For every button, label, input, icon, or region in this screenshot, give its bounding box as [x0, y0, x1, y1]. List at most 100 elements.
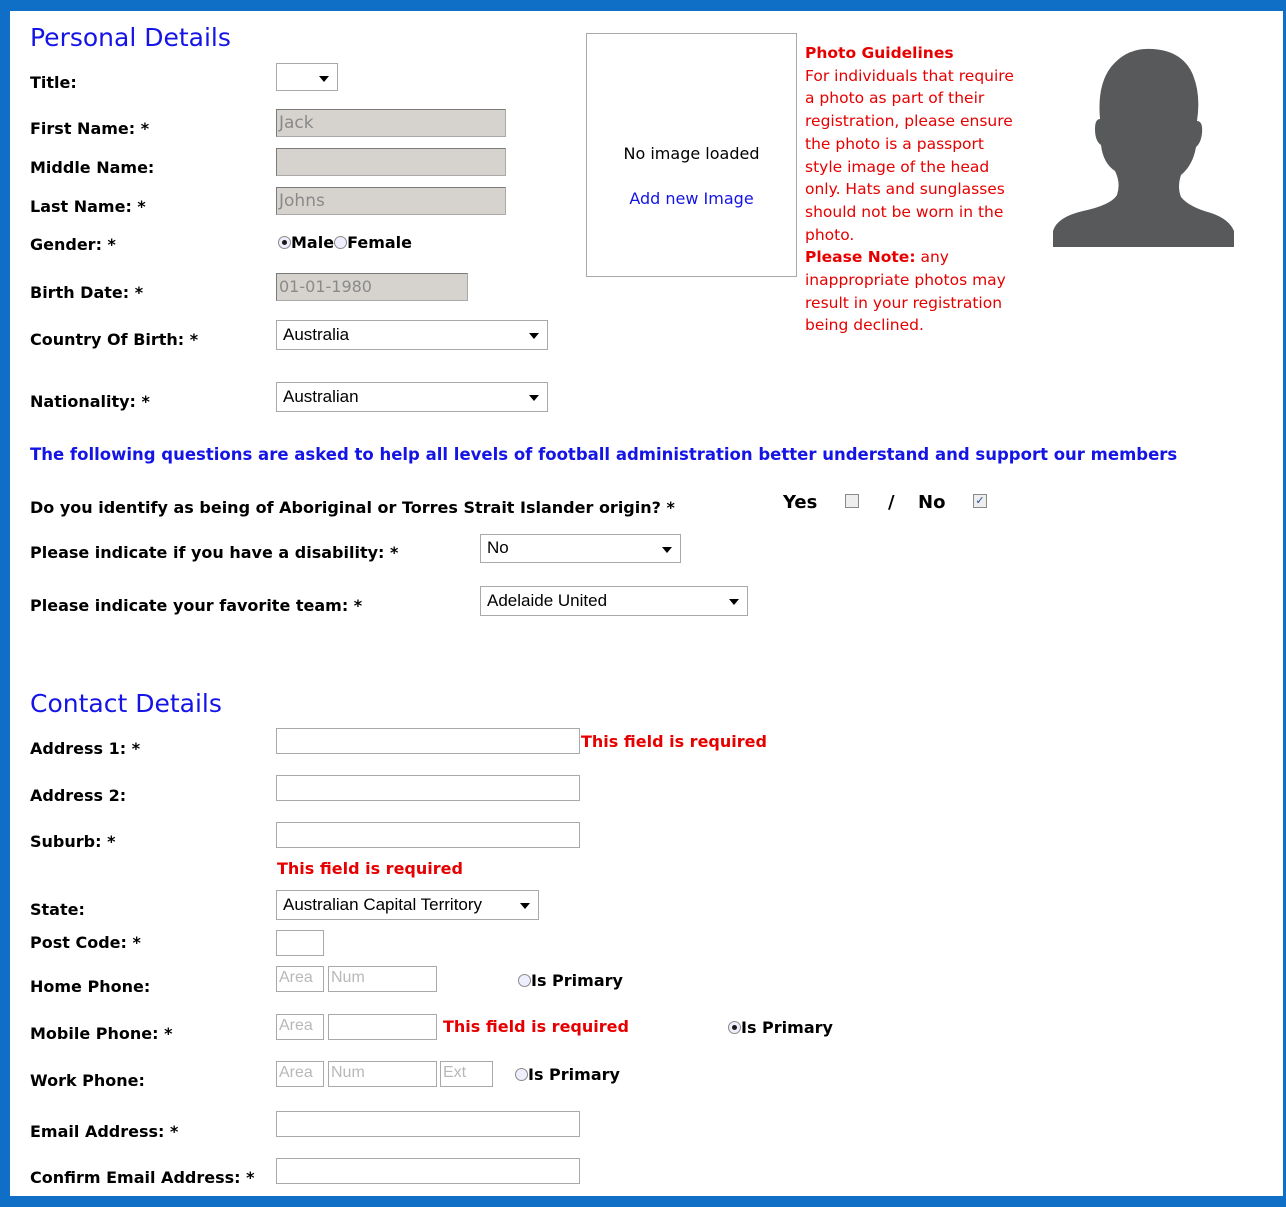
- slash-separator: /: [888, 492, 895, 513]
- team-label: Please indicate your favorite team: *: [30, 596, 363, 615]
- gender-male-label: Male: [291, 233, 335, 252]
- chevron-down-icon: [662, 547, 672, 553]
- confirm-email-input[interactable]: [276, 1158, 580, 1184]
- mobile-num-input[interactable]: [328, 1014, 437, 1040]
- address1-error: This field is required: [581, 732, 767, 751]
- email-label: Email Address: *: [30, 1122, 179, 1141]
- state-value: Australian Capital Territory: [283, 895, 483, 914]
- work-num-input[interactable]: Num: [328, 1061, 437, 1087]
- work-primary-radio[interactable]: [515, 1068, 528, 1081]
- nationality-label: Nationality: *: [30, 392, 150, 411]
- chevron-down-icon: [729, 599, 739, 605]
- address1-label: Address 1: *: [30, 739, 141, 758]
- photo-box: No image loaded Add new Image: [586, 33, 797, 277]
- work-area-input[interactable]: Area: [276, 1061, 324, 1087]
- gender-male-radio[interactable]: [278, 236, 291, 249]
- disability-value: No: [487, 538, 509, 557]
- mobile-error: This field is required: [443, 1017, 629, 1036]
- chevron-down-icon: [319, 76, 329, 82]
- gender-group: Male Female: [278, 233, 412, 252]
- title-label: Title:: [30, 73, 77, 92]
- first-name-label: First Name: *: [30, 119, 150, 138]
- guidelines-line: style image of the head: [805, 157, 990, 176]
- country-select[interactable]: Australia: [276, 320, 548, 350]
- address2-label: Address 2:: [30, 786, 127, 805]
- guidelines-line: photo.: [805, 225, 855, 244]
- form-panel: Personal Details Title: First Name: * Ja…: [10, 11, 1283, 1196]
- home-area-input[interactable]: Area: [276, 966, 324, 992]
- middle-name-field[interactable]: [276, 148, 506, 176]
- aboriginal-no-label: No: [918, 492, 946, 513]
- personal-details-heading: Personal Details: [30, 23, 231, 52]
- home-phone-label: Home Phone:: [30, 977, 151, 996]
- country-label: Country Of Birth: *: [30, 330, 199, 349]
- person-silhouette-icon: [1053, 48, 1234, 247]
- checkmark-icon: ✓: [975, 494, 985, 507]
- gender-female-radio[interactable]: [334, 236, 348, 249]
- gender-label: Gender: *: [30, 235, 116, 254]
- mobile-phone-label: Mobile Phone: *: [30, 1024, 173, 1043]
- note-line: result in your registration: [805, 293, 1003, 312]
- last-name-field[interactable]: Johns: [276, 187, 506, 215]
- guidelines-line: a photo as part of their: [805, 89, 985, 108]
- team-value: Adelaide United: [487, 591, 608, 610]
- middle-name-label: Middle Name:: [30, 158, 155, 177]
- mobile-primary-radio[interactable]: [728, 1021, 741, 1034]
- mobile-primary-option[interactable]: Is Primary: [728, 1018, 833, 1037]
- guidelines-title: Photo Guidelines: [805, 44, 954, 62]
- last-name-label: Last Name: *: [30, 197, 146, 216]
- suburb-input[interactable]: [276, 822, 580, 848]
- home-primary-label: Is Primary: [531, 971, 623, 990]
- work-primary-label: Is Primary: [528, 1065, 620, 1084]
- birth-date-label: Birth Date: *: [30, 283, 144, 302]
- email-input[interactable]: [276, 1111, 580, 1137]
- home-primary-option[interactable]: Is Primary: [518, 971, 623, 990]
- note-bold: Please Note:: [805, 248, 916, 267]
- work-phone-label: Work Phone:: [30, 1071, 145, 1090]
- guidelines-line: For individuals that require: [805, 66, 1014, 85]
- note-line: inappropriate photos may: [805, 271, 1006, 290]
- disability-label: Please indicate if you have a disability…: [30, 543, 399, 562]
- home-num-input[interactable]: Num: [328, 966, 437, 992]
- suburb-label: Suburb: *: [30, 832, 116, 851]
- work-ext-input[interactable]: Ext: [440, 1061, 493, 1087]
- guidelines-line: registration, please ensure: [805, 112, 1013, 131]
- no-image-text: No image loaded: [623, 144, 760, 163]
- mobile-primary-label: Is Primary: [741, 1018, 833, 1037]
- guidelines-line: the photo is a passport: [805, 134, 984, 153]
- add-image-link[interactable]: Add new Image: [587, 189, 796, 208]
- questions-intro: The following questions are asked to hel…: [30, 445, 1178, 464]
- chevron-down-icon: [529, 395, 539, 401]
- note-line: being declined.: [805, 316, 924, 335]
- photo-guidelines: Photo Guidelines For individuals that re…: [805, 42, 1045, 337]
- guidelines-line: only. Hats and sunglasses: [805, 180, 1005, 199]
- aboriginal-yes-checkbox[interactable]: [845, 494, 859, 508]
- country-value: Australia: [283, 325, 350, 344]
- gender-female-label: Female: [347, 233, 412, 252]
- nationality-select[interactable]: Australian: [276, 382, 548, 412]
- home-primary-radio[interactable]: [518, 974, 531, 987]
- birth-date-field[interactable]: 01-01-1980: [276, 273, 468, 301]
- aboriginal-yes-label: Yes: [783, 492, 818, 513]
- state-label: State:: [30, 900, 85, 919]
- work-primary-option[interactable]: Is Primary: [515, 1065, 620, 1084]
- address2-input[interactable]: [276, 775, 580, 801]
- state-select[interactable]: Australian Capital Territory: [276, 890, 539, 920]
- confirm-email-label: Confirm Email Address: *: [30, 1168, 255, 1187]
- address1-input[interactable]: [276, 728, 580, 754]
- contact-details-heading: Contact Details: [30, 689, 222, 718]
- postcode-label: Post Code: *: [30, 933, 141, 952]
- nationality-value: Australian: [283, 387, 359, 406]
- suburb-error: This field is required: [277, 859, 463, 878]
- note-line: any: [915, 248, 949, 267]
- chevron-down-icon: [520, 903, 530, 909]
- title-select[interactable]: [276, 63, 338, 91]
- first-name-field[interactable]: Jack: [276, 109, 506, 137]
- aboriginal-label: Do you identify as being of Aboriginal o…: [30, 498, 675, 517]
- guidelines-line: should not be worn in the: [805, 202, 1004, 221]
- team-select[interactable]: Adelaide United: [480, 586, 748, 616]
- postcode-input[interactable]: [276, 930, 324, 956]
- mobile-area-input[interactable]: Area: [276, 1014, 324, 1040]
- aboriginal-no-checkbox[interactable]: ✓: [973, 494, 987, 508]
- disability-select[interactable]: No: [480, 534, 681, 563]
